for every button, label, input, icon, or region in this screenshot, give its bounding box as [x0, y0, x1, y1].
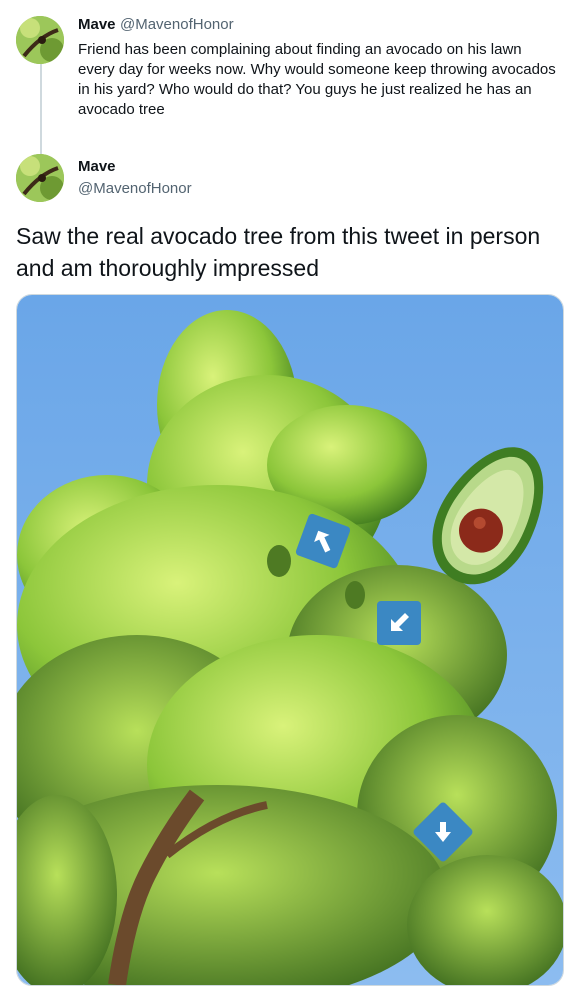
user-handle[interactable]: @MavenofHonor — [78, 180, 192, 197]
display-name[interactable]: Mave — [78, 158, 116, 175]
avatar[interactable] — [16, 16, 64, 64]
avocado-icon — [425, 435, 555, 595]
avatar[interactable] — [16, 154, 64, 202]
quoted-tweet-header: Mave @MavenofHonor — [78, 16, 234, 34]
thread-connector — [40, 64, 42, 154]
tweet-photo[interactable] — [16, 294, 564, 986]
tweet-text: Saw the real avocado tree from this twee… — [16, 223, 541, 281]
quoted-tweet-text: Friend has been complaining about findin… — [78, 41, 556, 118]
user-handle[interactable]: @MavenofHonor — [120, 16, 234, 33]
display-name[interactable]: Mave — [78, 16, 116, 33]
arrow-down-left-icon — [377, 601, 421, 645]
